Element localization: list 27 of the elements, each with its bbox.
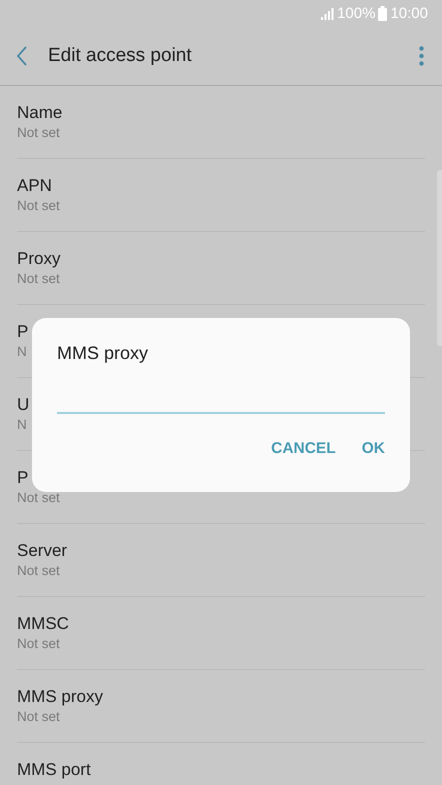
setting-value: N [17,416,27,434]
setting-value: Not set [17,197,60,215]
screen-title: Edit access point [48,45,193,67]
signal-icon [321,8,334,20]
battery-icon [378,6,388,21]
setting-title: Name [17,102,62,124]
setting-title: Proxy [17,248,60,270]
setting-value: N [17,343,27,361]
setting-title: APN [17,175,52,197]
dialog-title: MMS proxy [57,343,150,364]
back-icon[interactable] [16,46,28,66]
ok-button[interactable]: OK [362,436,385,462]
setting-value: Not set [17,489,60,507]
setting-value: Not set [17,562,60,580]
more-options-icon[interactable] [419,46,424,66]
setting-title: MMSC [17,613,69,635]
setting-value: Not set [17,124,60,142]
setting-title: P [17,467,28,489]
setting-value: Not set [17,270,60,288]
cancel-button[interactable]: CANCEL [271,436,336,462]
setting-title: U [17,394,30,416]
setting-title: MMS proxy [17,686,103,708]
setting-title: MMS port [17,759,91,781]
setting-title: P [17,321,28,343]
setting-value: Not set [17,708,60,726]
setting-value: Not set [17,635,60,653]
setting-title: Server [17,540,68,562]
